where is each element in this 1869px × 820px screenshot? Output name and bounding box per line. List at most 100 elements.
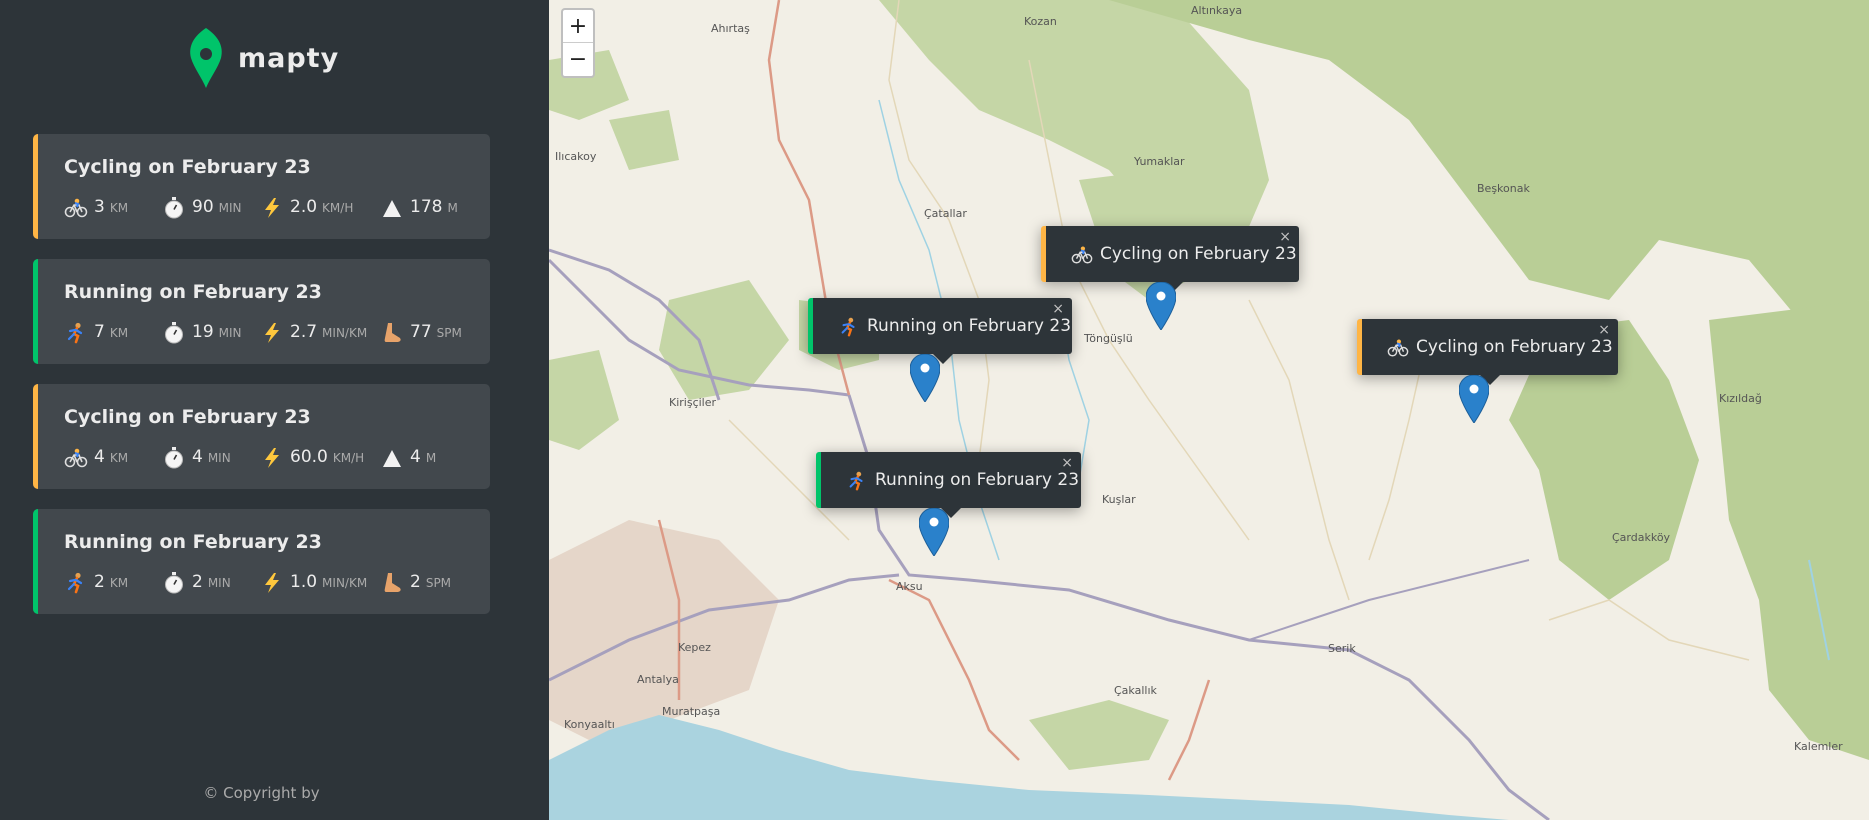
bicycle-icon: [64, 197, 88, 219]
detail-value: 4: [410, 447, 421, 467]
detail-value: 7: [94, 322, 105, 342]
detail-unit: km: [109, 201, 129, 215]
map-place-label: Antalya: [637, 673, 679, 686]
map-place-label: Ahırtaş: [711, 22, 750, 35]
runner-icon: [64, 322, 88, 344]
map-place-label: Çardakköy: [1612, 531, 1671, 544]
detail-unit: min: [207, 451, 231, 465]
map-place-label: Kirişçiler: [669, 396, 717, 409]
app-name: mapty: [238, 42, 340, 74]
detail-unit: km: [109, 326, 129, 340]
map-place-label: Kuşlar: [1102, 493, 1136, 506]
foot-icon: [380, 322, 404, 344]
workout-detail: 2 min: [162, 572, 260, 594]
detail-value: 2.0: [290, 197, 318, 217]
detail-unit: min/km: [322, 326, 368, 340]
popup-text: Cycling on February 23: [1100, 244, 1297, 264]
workout-detail: 90 min: [162, 197, 260, 219]
map-marker-icon[interactable]: [909, 353, 941, 403]
detail-value: 3: [94, 197, 105, 217]
popup-close-button[interactable]: ×: [1279, 229, 1291, 245]
workout-item-cycling[interactable]: Cycling on February 23 3 km 90 min 2.0 km/h 178…: [33, 134, 490, 239]
workout-item-running[interactable]: Running on February 23 2 km 2 min 1.0 min/km 2 s…: [33, 509, 490, 614]
workout-list: Cycling on February 23 3 km 90 min 2.0 km/h 178…: [33, 134, 490, 634]
map-marker-icon[interactable]: [1145, 281, 1177, 331]
lightning-icon: [260, 197, 284, 219]
runner-icon: [64, 572, 88, 594]
map-place-label: Altınkaya: [1191, 4, 1243, 17]
workout-item-running[interactable]: Running on February 23 7 km 19 min 2.7 min/km 7…: [33, 259, 490, 364]
workout-title: Running on February 23: [64, 281, 322, 303]
workout-popup-running[interactable]: Running on February 23 ×: [808, 298, 1072, 364]
detail-unit: km: [109, 576, 129, 590]
detail-unit: spm: [436, 326, 462, 340]
map-place-label: Kepez: [678, 641, 711, 654]
detail-value: 19: [192, 322, 214, 342]
popup-close-button[interactable]: ×: [1052, 301, 1064, 317]
detail-value: 2: [410, 572, 421, 592]
foot-icon: [380, 572, 404, 594]
workout-detail: 2 spm: [380, 572, 480, 594]
popup-text: Running on February 23: [875, 470, 1080, 490]
stopwatch-icon: [162, 322, 186, 344]
workout-popup-cycling[interactable]: Cycling on February 23 ×: [1041, 226, 1299, 292]
bicycle-icon: [64, 447, 88, 469]
detail-unit: km: [109, 451, 129, 465]
map-marker-icon[interactable]: [1458, 374, 1490, 424]
map-place-label: Kozan: [1024, 15, 1057, 28]
zoom-out-button[interactable]: −: [563, 43, 593, 76]
map[interactable]: + − Altınkaya Ahırtaş Kozan Yumaklar Beşkona…: [549, 0, 1869, 820]
runner-icon: [838, 316, 860, 337]
detail-value: 90: [192, 197, 214, 217]
mountain-icon: [380, 197, 404, 219]
detail-value: 2.7: [290, 322, 318, 342]
map-marker-icon[interactable]: [918, 507, 950, 557]
detail-unit: min: [218, 326, 242, 340]
workout-details: 4 km 4 min 60.0 km/h 4 m: [64, 446, 490, 470]
map-pin-logo-icon: [190, 28, 222, 88]
detail-unit: km/h: [332, 451, 365, 465]
workout-details: 3 km 90 min 2.0 km/h 178 m: [64, 196, 490, 220]
detail-value: 4: [192, 447, 203, 467]
bicycle-icon: [1387, 337, 1409, 357]
app-logo: mapty: [188, 28, 339, 88]
detail-value: 1.0: [290, 572, 318, 592]
map-place-label: Ilıcakoy: [555, 150, 597, 163]
popup-close-button[interactable]: ×: [1061, 455, 1073, 471]
workout-detail: 4 km: [64, 447, 162, 469]
workout-detail: 2.7 min/km: [260, 322, 380, 344]
workout-detail: 77 spm: [380, 322, 480, 344]
stopwatch-icon: [162, 572, 186, 594]
sidebar: mapty Cycling on February 23 3 km 90 min 2.0 k…: [0, 0, 549, 820]
workout-detail: 4 min: [162, 447, 260, 469]
lightning-icon: [260, 322, 284, 344]
popup-text: Running on February 23: [867, 316, 1072, 336]
popup-text: Cycling on February 23: [1416, 337, 1613, 357]
popup-close-button[interactable]: ×: [1598, 322, 1610, 338]
workout-detail: 60.0 km/h: [260, 447, 380, 469]
map-tiles[interactable]: [549, 0, 1869, 820]
detail-unit: min: [207, 576, 231, 590]
detail-value: 60.0: [290, 447, 328, 467]
workout-detail: 3 km: [64, 197, 162, 219]
workout-detail: 1.0 min/km: [260, 572, 380, 594]
workout-item-cycling[interactable]: Cycling on February 23 4 km 4 min 60.0 km/h 4 m: [33, 384, 490, 489]
detail-unit: min/km: [322, 576, 368, 590]
detail-value: 4: [94, 447, 105, 467]
map-place-label: Çakallık: [1114, 684, 1157, 697]
workout-title: Cycling on February 23: [64, 156, 311, 178]
map-place-label: Kızıldağ: [1719, 392, 1762, 405]
detail-unit: km/h: [322, 201, 354, 215]
zoom-in-button[interactable]: +: [563, 10, 593, 43]
zoom-control: + −: [561, 8, 595, 78]
detail-unit: min: [218, 201, 242, 215]
detail-value: 2: [192, 572, 203, 592]
workout-popup-cycling[interactable]: Cycling on February 23 ×: [1357, 319, 1618, 385]
workout-details: 2 km 2 min 1.0 min/km 2 spm: [64, 571, 490, 595]
detail-unit: m: [425, 451, 437, 465]
detail-value: 77: [410, 322, 432, 342]
workout-detail: 4m: [380, 447, 480, 469]
workout-popup-running[interactable]: Running on February 23 ×: [816, 452, 1081, 518]
map-place-label: Aksu: [896, 580, 923, 593]
detail-unit: spm: [425, 576, 452, 590]
